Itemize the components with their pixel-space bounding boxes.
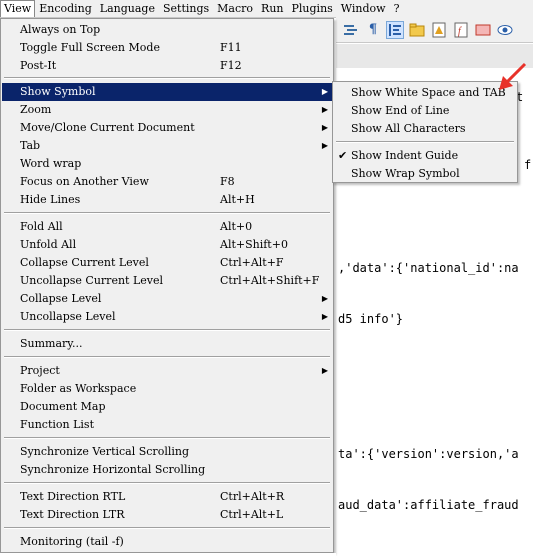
code-line: ,'data':{'national_id':na <box>338 261 519 275</box>
submenu-arrow-icon: ▶ <box>321 105 328 114</box>
show-symbol-submenu: Show White Space and TAB Show End of Lin… <box>332 81 518 183</box>
menu-item-show-symbol[interactable]: Show Symbol ▶ <box>2 83 332 101</box>
menu-language[interactable]: Language <box>96 0 159 17</box>
code-line: f <box>524 158 532 172</box>
macro-record-icon[interactable] <box>474 21 492 39</box>
folder-workspace-icon[interactable] <box>408 21 426 39</box>
menu-item-show-white-space-tab[interactable]: Show White Space and TAB <box>334 84 516 102</box>
menu-item-show-wrap-symbol[interactable]: Show Wrap Symbol <box>334 165 516 183</box>
menu-item-project[interactable]: Project ▶ <box>2 362 332 380</box>
menu-item-function-list[interactable]: Function List <box>2 416 332 434</box>
doc-map-icon[interactable] <box>430 21 448 39</box>
menu-view[interactable]: View <box>0 0 36 17</box>
menu-item-focus-another-view[interactable]: Focus on Another View F8 <box>2 173 332 191</box>
menu-separator <box>4 527 330 529</box>
menu-item-text-direction-ltr[interactable]: Text Direction LTR Ctrl+Alt+L <box>2 506 332 524</box>
menu-item-monitoring[interactable]: Monitoring (tail -f) <box>2 533 332 551</box>
code-line: d5 info'} <box>338 312 404 326</box>
menu-window[interactable]: Window <box>337 0 390 17</box>
menu-item-show-all-characters[interactable]: Show All Characters <box>334 120 516 138</box>
menu-help[interactable]: ? <box>390 0 404 17</box>
menu-item-hide-lines[interactable]: Hide Lines Alt+H <box>2 191 332 209</box>
pilcrow-icon[interactable]: ¶ <box>364 21 382 39</box>
menu-item-collapse-level[interactable]: Collapse Level ▶ <box>2 290 332 308</box>
menu-item-sync-vertical-scrolling[interactable]: Synchronize Vertical Scrolling <box>2 443 332 461</box>
indent-icon[interactable] <box>386 20 404 39</box>
menu-item-toggle-full-screen[interactable]: Toggle Full Screen Mode F11 <box>2 39 332 57</box>
menu-encoding[interactable]: Encoding <box>35 0 96 17</box>
menu-separator <box>336 141 514 143</box>
indent-guide-icon[interactable] <box>342 21 360 39</box>
menu-item-unfold-all[interactable]: Unfold All Alt+Shift+0 <box>2 236 332 254</box>
submenu-arrow-icon: ▶ <box>321 123 328 132</box>
menu-separator <box>4 77 330 79</box>
menu-run[interactable]: Run <box>257 0 287 17</box>
menu-separator <box>4 482 330 484</box>
submenu-arrow-icon: ▶ <box>321 141 328 150</box>
menu-item-word-wrap[interactable]: Word wrap <box>2 155 332 173</box>
code-line: ta':{'version':version,'a <box>338 447 519 461</box>
code-line: aud_data':affiliate_fraud <box>338 498 519 512</box>
view-menu-dropdown: Always on Top Toggle Full Screen Mode F11… <box>0 18 334 553</box>
menu-item-zoom[interactable]: Zoom ▶ <box>2 101 332 119</box>
menu-item-tab[interactable]: Tab ▶ <box>2 137 332 155</box>
menu-item-folder-as-workspace[interactable]: Folder as Workspace <box>2 380 332 398</box>
menu-item-always-on-top[interactable]: Always on Top <box>2 21 332 39</box>
menu-item-summary[interactable]: Summary... <box>2 335 332 353</box>
menu-separator <box>4 212 330 214</box>
menu-separator <box>4 356 330 358</box>
submenu-arrow-icon: ▶ <box>321 366 328 375</box>
menu-item-sync-horizontal-scrolling[interactable]: Synchronize Horizontal Scrolling <box>2 461 332 479</box>
menu-plugins[interactable]: Plugins <box>288 0 337 17</box>
submenu-arrow-icon: ▶ <box>321 294 328 303</box>
menu-item-document-map[interactable]: Document Map <box>2 398 332 416</box>
menu-separator <box>4 437 330 439</box>
monitor-eye-icon[interactable] <box>496 21 514 39</box>
annotation-arrow-icon <box>499 62 527 90</box>
menu-item-post-it[interactable]: Post-It F12 <box>2 57 332 75</box>
menu-item-uncollapse-level[interactable]: Uncollapse Level ▶ <box>2 308 332 326</box>
menu-item-text-direction-rtl[interactable]: Text Direction RTL Ctrl+Alt+R <box>2 488 332 506</box>
menu-item-uncollapse-current-level[interactable]: Uncollapse Current Level Ctrl+Alt+Shift+F <box>2 272 332 290</box>
menu-item-show-end-of-line[interactable]: Show End of Line <box>334 102 516 120</box>
checkmark-icon: ✔ <box>338 149 348 162</box>
menu-settings[interactable]: Settings <box>159 0 213 17</box>
menu-item-fold-all[interactable]: Fold All Alt+0 <box>2 218 332 236</box>
menu-macro[interactable]: Macro <box>213 0 257 17</box>
menu-item-collapse-current-level[interactable]: Collapse Current Level Ctrl+Alt+F <box>2 254 332 272</box>
submenu-arrow-icon: ▶ <box>321 312 328 321</box>
function-list-icon[interactable]: f <box>452 21 470 39</box>
menu-separator <box>4 329 330 331</box>
menu-item-move-clone-document[interactable]: Move/Clone Current Document ▶ <box>2 119 332 137</box>
toolbar: ¶ f <box>336 17 533 43</box>
menu-item-show-indent-guide[interactable]: ✔ Show Indent Guide <box>334 147 516 165</box>
submenu-arrow-icon: ▶ <box>321 87 328 96</box>
menu-bar: View Encoding Language Settings Macro Ru… <box>0 0 533 18</box>
